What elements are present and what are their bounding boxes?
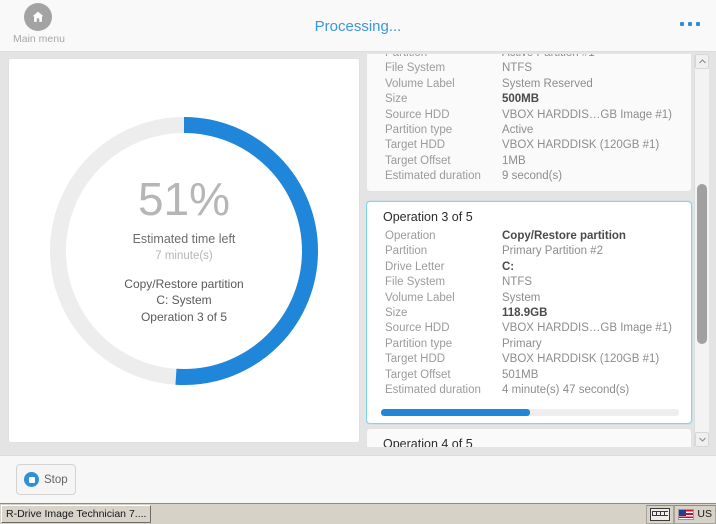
detail-key: Target Offset xyxy=(385,368,451,381)
operation-detail-row: Estimated duration 9 second(s) xyxy=(367,169,691,184)
progress-card: 51% Estimated time left 7 minute(s) Copy… xyxy=(8,58,360,443)
operation-detail-row: Partition type Primary xyxy=(367,337,691,352)
operation-progress-bar xyxy=(381,409,679,417)
detail-value: 1MB xyxy=(502,154,526,167)
operation-detail-row: Operation Copy/Restore partition xyxy=(367,229,691,244)
operation-detail-row: Volume Label System Reserved xyxy=(367,77,691,92)
detail-key: Partition xyxy=(385,54,502,61)
operation-detail-row: Partition type Active xyxy=(367,123,691,138)
detail-key: Partition type xyxy=(385,124,453,137)
detail-value: Primary Partition #2 xyxy=(502,245,603,258)
operation-detail-rows: Operation Copy/Restore partition Partition… xyxy=(367,229,691,404)
detail-key: Estimated duration xyxy=(385,170,481,183)
detail-value: VBOX HARDDISK (120GB #1) xyxy=(502,139,660,152)
detail-value: VBOX HARDDISK (120GB #1) xyxy=(502,353,660,366)
detail-key: Source HDD xyxy=(385,108,450,121)
detail-value: 4 minute(s) 47 second(s) xyxy=(502,384,630,397)
detail-key: Estimated duration xyxy=(385,384,481,397)
operation-detail-row: Source HDD VBOX HARDDIS…GB Image #1) xyxy=(367,108,691,123)
detail-value: 9 second(s) xyxy=(502,170,563,183)
operation-detail-row: Partition Primary Partition #2 xyxy=(367,244,691,259)
progress-donut: 51% Estimated time left 7 minute(s) Copy… xyxy=(45,112,323,390)
ellipsis-icon[interactable] xyxy=(676,18,704,30)
taskbar-window-button[interactable]: R-Drive Image Technician 7.... xyxy=(1,505,152,523)
operation-detail-row: PartitionActive Partition #1 xyxy=(367,54,691,61)
detail-key: Volume Label xyxy=(385,291,455,304)
footer-bar: Stop xyxy=(0,455,716,503)
operation-detail-row: Volume Label System xyxy=(367,291,691,306)
operations-list[interactable]: PartitionActive Partition #1File SystemN… xyxy=(366,54,709,447)
os-taskbar: R-Drive Image Technician 7.... US xyxy=(0,503,716,524)
operation-detail-row: File System NTFS xyxy=(367,61,691,76)
detail-value: 501MB xyxy=(502,368,539,381)
detail-key: Source HDD xyxy=(385,322,450,335)
operation-progress-fill xyxy=(381,409,530,417)
system-tray: US xyxy=(646,504,716,524)
detail-value: Active Partition #1 xyxy=(502,54,595,61)
operation-detail-row: File System NTFS xyxy=(367,275,691,290)
detail-key: Target Offset xyxy=(385,154,451,167)
operation-card[interactable]: Operation 3 of 5 Operation Copy/Restore pa… xyxy=(366,201,692,425)
detail-value: System xyxy=(502,291,541,304)
chevron-down-icon[interactable] xyxy=(695,432,709,447)
operation-detail-row: Target HDD VBOX HARDDISK (120GB #1) xyxy=(367,138,691,153)
detail-value: 500MB xyxy=(502,93,540,106)
app-window: Main menu Processing... 51% Estimated ti… xyxy=(0,0,716,524)
detail-value: VBOX HARDDIS…GB Image #1) xyxy=(502,108,672,121)
stop-icon xyxy=(24,472,39,487)
detail-value: 118.9GB xyxy=(502,307,548,320)
operation-card-title: Operation 4 of 5 xyxy=(383,437,473,447)
detail-key: Target HDD xyxy=(385,353,446,366)
detail-value: Primary xyxy=(502,337,542,350)
detail-key: Size xyxy=(385,307,408,320)
operation-detail-rows: PartitionActive Partition #1File SystemN… xyxy=(367,54,691,191)
detail-key: Drive Letter xyxy=(385,260,445,273)
stop-button[interactable]: Stop xyxy=(16,464,76,495)
operation-detail-row: Size 500MB xyxy=(367,92,691,107)
taskbar-window-title: R-Drive Image Technician 7.... xyxy=(6,508,147,520)
keyboard-icon xyxy=(650,507,671,521)
language-tray-button[interactable]: US xyxy=(674,504,716,524)
ellipsis-dot xyxy=(688,22,692,26)
operation-detail-row: Target Offset 1MB xyxy=(367,154,691,169)
operation-detail-row: Estimated duration 4 minute(s) 47 second(… xyxy=(367,383,691,398)
detail-key: Target HDD xyxy=(385,139,446,152)
ellipsis-dot xyxy=(696,22,700,26)
scrollbar-thumb[interactable] xyxy=(697,184,707,344)
operation-card[interactable]: PartitionActive Partition #1File SystemN… xyxy=(366,54,692,192)
detail-key: Size xyxy=(385,93,408,106)
operation-detail-row: Target Offset 501MB xyxy=(367,368,691,383)
operation-detail-row: Size 118.9GB xyxy=(367,306,691,321)
detail-value: C: xyxy=(502,260,515,273)
detail-key: Partition xyxy=(385,245,428,258)
detail-value: System Reserved xyxy=(502,77,593,90)
page-title: Processing... xyxy=(314,18,402,35)
detail-key: Operation xyxy=(385,230,436,242)
detail-value: NTFS xyxy=(502,276,533,289)
detail-value: NTFS xyxy=(502,62,533,75)
ellipsis-dot xyxy=(680,22,684,26)
operations-scrollbar[interactable] xyxy=(694,54,709,447)
operation-detail-row: Target HDD VBOX HARDDISK (120GB #1) xyxy=(367,352,691,367)
detail-value: VBOX HARDDIS…GB Image #1) xyxy=(502,322,672,335)
detail-key: Volume Label xyxy=(385,77,455,90)
language-label: US xyxy=(697,508,712,520)
detail-value: Copy/Restore partition xyxy=(502,230,626,242)
operation-card[interactable]: Operation 4 of 5 xyxy=(366,428,692,447)
operation-detail-row: Drive Letter C: xyxy=(367,260,691,275)
detail-value: Active xyxy=(502,124,534,137)
content-area: 51% Estimated time left 7 minute(s) Copy… xyxy=(0,52,716,455)
keyboard-tray-button[interactable] xyxy=(646,504,675,524)
stop-button-label: Stop xyxy=(44,473,68,486)
operation-detail-row: Source HDD VBOX HARDDIS…GB Image #1) xyxy=(367,321,691,336)
app-header: Main menu Processing... xyxy=(0,0,716,52)
detail-key: File System xyxy=(385,276,446,289)
operation-card-title: Operation 3 of 5 xyxy=(383,210,473,224)
detail-key: File System xyxy=(385,62,446,75)
us-flag-icon xyxy=(678,508,695,520)
detail-key: Partition type xyxy=(385,337,453,350)
chevron-up-icon[interactable] xyxy=(695,54,709,69)
